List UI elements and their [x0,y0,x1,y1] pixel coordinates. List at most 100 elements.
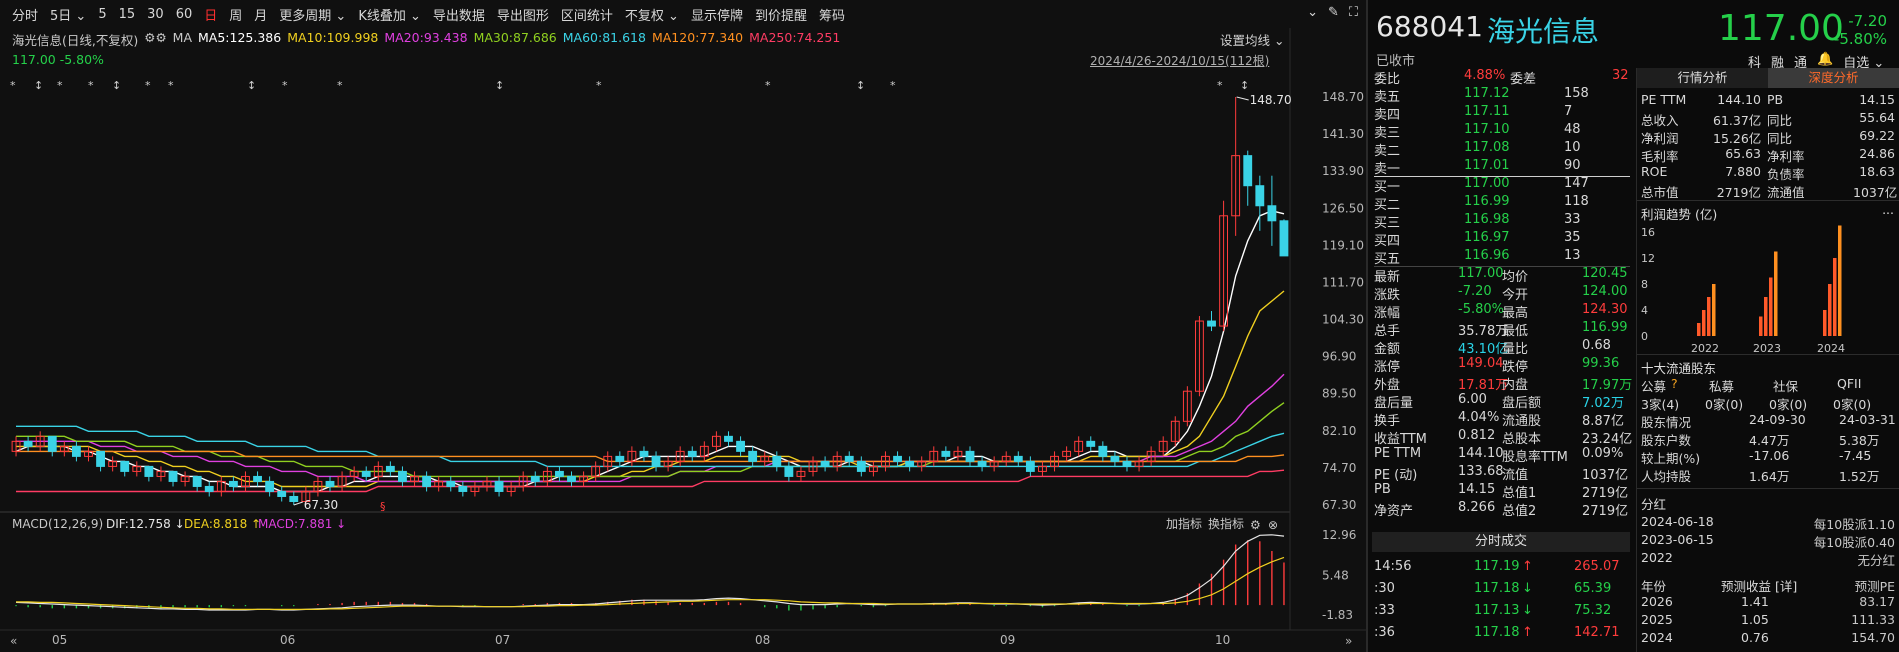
app-window: 分时 5日 ⌄ 5 15 30 60 日周月更多周期 ⌄ K线叠加 ⌄ 导出数据 导出图形 区间统计… [0,0,1899,652]
fin-value: 61.37亿 [1713,113,1762,128]
tick-time: :36 [1374,625,1395,640]
forecast-row: 2025 1.05 111.33 [1641,612,1895,630]
holder-stat-b: 5.38万 [1839,433,1880,448]
event-marker[interactable]: * [337,79,343,92]
bid-volume: 13 [1564,248,1581,263]
tab-deep-analysis[interactable]: 深度分析 [1768,68,1899,88]
event-marker[interactable]: ↕ [495,79,504,92]
tick-time: 14:56 [1374,559,1412,574]
forecast-header: 年份 预测收益 [详] 预测PE [1641,576,1895,594]
fin-value-2: 14.15 [1859,92,1895,107]
stat-row: 换手 4.04% 流通股 8.87亿 [1374,410,1630,429]
candle-body [144,465,154,477]
event-marker[interactable]: * [145,79,151,92]
stat-row: PE (动) 133.68 流值 1037亿 [1374,464,1630,483]
macd-close-icon[interactable]: ⊗ [1268,518,1278,532]
candle-body [1110,455,1120,462]
event-marker[interactable]: ↕ [34,79,43,92]
event-marker[interactable]: * [10,79,16,92]
scroll-left-icon[interactable]: « [10,634,17,648]
stat-row: 涨幅 -5.80% 最高 124.30 [1374,302,1630,321]
stat-row: 涨跌 -7.20 今开 124.00 [1374,284,1630,303]
ask-volume: 48 [1564,122,1581,137]
event-marker[interactable]: ↕ [856,79,865,92]
fin-value-2: 18.63 [1859,164,1895,179]
tick-volume: 75.32 [1574,603,1612,618]
candle-body [325,480,335,487]
candle-body [168,470,178,482]
help-icon[interactable]: ? [1671,376,1678,391]
macd-gear-icon[interactable]: ⚙ [1250,518,1261,532]
holder-count: 3家(4) [1641,397,1680,412]
event-marker[interactable]: * [57,79,63,92]
ma-line-ma30 [16,402,1285,478]
holder-stat-row: 人均持股 1.64万 1.52万 [1641,466,1895,484]
price-tick: 148.70 [1322,90,1364,104]
event-marker[interactable]: * [168,79,174,92]
fin-row: 总市值 2719亿 流通值 1037亿 [1641,182,1897,200]
stat-value-2: 8.87亿 [1582,414,1624,429]
fin-label-2: 同比 [1767,131,1793,146]
kline-chart[interactable]: 148.70 141.30 133.90 126.50 119.10 111.70 104.… [0,0,1366,652]
candle-body [639,450,649,457]
forecast-year: 2024 [1641,630,1673,645]
stat-label: 最新 [1374,270,1401,285]
event-marker[interactable]: * [88,79,94,92]
event-marker[interactable]: * [282,79,288,92]
bid-row: 买五 116.96 13 [1374,248,1630,267]
macd-dif: DIF:12.758 ↓ [106,517,185,531]
candle-body [289,495,299,502]
event-marker[interactable]: ↕ [1240,79,1249,92]
bid-row: 买四 116.97 35 [1374,230,1630,249]
candle-body [977,460,987,467]
event-marker[interactable]: * [1217,79,1223,92]
stat-label-2: 量比 [1502,342,1529,357]
profit-bar [1828,284,1832,336]
stat-row: 金额 43.10亿 量比 0.68 [1374,338,1630,357]
stat-row: 最新 117.00 均价 120.45 [1374,266,1630,285]
book-stats-divider [1374,266,1630,267]
candle-body [265,480,275,492]
fin-label: ROE [1641,164,1668,179]
tick-volume: 265.07 [1574,559,1620,574]
candle-body [941,450,951,457]
dividend-date: 2024-06-18 [1641,514,1714,529]
stat-label-2: 今开 [1502,288,1529,303]
bid-label: 买一 [1374,180,1401,195]
stat-value: 14.15 [1458,482,1496,497]
profit-bar [1707,297,1711,336]
holder-count: 0家(0) [1833,397,1872,412]
order-book: 委比 4.88% 委差 32 卖五 117.12 158 卖四 117.11 7 卖三 117.10 4… [1374,68,1632,519]
event-marker[interactable]: * [765,79,771,92]
candle-body [530,475,540,482]
tick-price: 117.18 [1474,581,1520,596]
date-tick: 09 [1000,633,1015,647]
event-marker[interactable]: ↕ [247,79,256,92]
holder-stat-label: 股东户数 [1641,433,1692,448]
ma-line-ma5 [15,210,1285,493]
macd-legend: MACD(12,26,9) DIF:12.758 ↓ DEA:8.818 ↑MACD… [12,517,346,531]
stat-label-2: 总股本 [1502,432,1542,447]
stat-value: 6.00 [1458,392,1487,407]
event-marker[interactable]: ↕ [112,79,121,92]
stat-label: 换手 [1374,414,1401,429]
candle-body [567,475,576,482]
holder-count: 0家(0) [1769,397,1808,412]
candle-body [748,450,758,462]
holder-stat-label: 股东情况 [1641,415,1692,430]
rights-marker[interactable]: § [380,500,386,513]
add-indicator-button[interactable]: 加指标 [1166,516,1202,531]
ask-label: 卖二 [1374,144,1401,159]
dividend-row: 2022 无分红 [1641,550,1895,568]
candle-body [965,450,975,462]
high-marker-line [1236,96,1249,101]
price-tick: 67.30 [1322,498,1356,512]
tab-market-analysis[interactable]: 行情分析 [1637,68,1768,88]
scroll-right-icon[interactable]: » [1345,634,1352,648]
event-marker[interactable]: * [890,79,896,92]
switch-indicator-button[interactable]: 换指标 [1208,516,1244,531]
tick-tape-title[interactable]: 分时成交 [1372,532,1630,552]
more-icon[interactable]: ... [1882,202,1894,217]
price-change-pct: -5.80% [1833,30,1887,48]
event-marker[interactable]: * [596,79,602,92]
